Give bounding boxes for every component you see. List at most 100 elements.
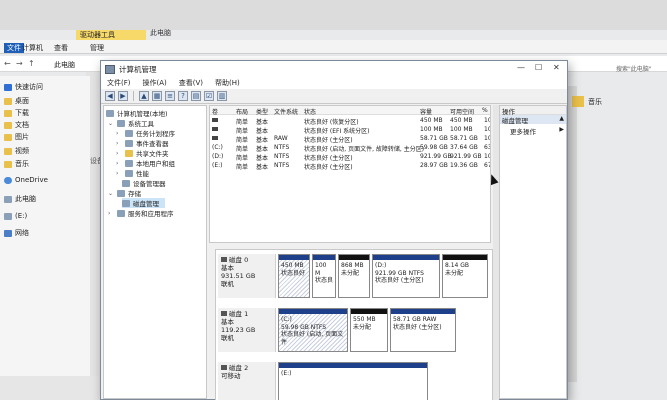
tree-storage[interactable]: ⌄ 存储 bbox=[108, 188, 141, 198]
show-tree-icon[interactable]: ▦ bbox=[152, 91, 162, 101]
grid-view-icon[interactable]: ▥ bbox=[217, 91, 227, 101]
chevron-right-icon[interactable]: › bbox=[108, 210, 114, 217]
disk-2-label[interactable]: 磁盘 2 可移动 bbox=[218, 362, 276, 400]
partition-block[interactable]: (C:) 59.98 GB NTFS 状态良好 (启动, 页面文件 bbox=[278, 308, 348, 352]
menu-view[interactable]: 查看(V) bbox=[179, 78, 203, 88]
table-row[interactable]: (C:) 简单 基本 NTFS 状态良好 (启动, 页面文件, 故障转储, 主分… bbox=[210, 143, 490, 153]
tree-shared-folders[interactable]: › 共享文件夹 bbox=[116, 148, 169, 158]
picture-icon bbox=[4, 133, 12, 141]
close-button[interactable]: ✕ bbox=[553, 63, 560, 72]
volume-icon bbox=[212, 118, 218, 122]
disk-view-icon[interactable]: ▤ bbox=[191, 91, 201, 101]
forward-arrow-icon[interactable]: → bbox=[16, 59, 23, 68]
volume-icon bbox=[212, 136, 218, 140]
cm-menubar: 文件(F) 操作(A) 查看(V) 帮助(H) bbox=[101, 77, 567, 89]
tree-root[interactable]: 计算机管理(本地) bbox=[106, 108, 168, 118]
back-arrow-icon[interactable]: ◀ bbox=[105, 91, 115, 101]
tree-local-users[interactable]: › 本地用户和组 bbox=[116, 158, 175, 168]
maximize-button[interactable]: ☐ bbox=[535, 63, 542, 72]
nav-drive-e[interactable]: (E:) bbox=[4, 212, 27, 220]
tree-performance[interactable]: › 性能 bbox=[116, 168, 149, 178]
chevron-down-icon[interactable]: ⌄ bbox=[108, 190, 114, 197]
back-arrow-icon[interactable]: ← bbox=[4, 59, 11, 68]
tree-task-scheduler[interactable]: › 任务计划程序 bbox=[116, 128, 175, 138]
nav-music[interactable]: 音乐 bbox=[4, 159, 29, 169]
up-arrow-icon[interactable]: ↑ bbox=[28, 59, 35, 68]
nav-network[interactable]: 网络 bbox=[4, 228, 29, 238]
tree-device-manager[interactable]: 设备管理器 bbox=[122, 178, 166, 188]
table-row[interactable]: 简单 基本 状态良好 (恢复分区) 450 MB 450 MB 10 bbox=[210, 116, 490, 126]
settings-icon[interactable]: ☑ bbox=[204, 91, 214, 101]
disk-0-label[interactable]: 磁盘 0 基本 931.51 GB 联机 bbox=[218, 254, 276, 298]
chevron-down-icon[interactable]: ⌄ bbox=[108, 120, 114, 127]
unallocated-block[interactable]: 8.14 GB 未分配 bbox=[442, 254, 488, 298]
tree-event-viewer[interactable]: › 事件查看器 bbox=[116, 138, 169, 148]
partition-block[interactable]: 100 M 状态良 bbox=[312, 254, 336, 298]
chevron-right-icon[interactable]: › bbox=[116, 140, 122, 147]
volume-list-header: 卷 布局 类型 文件系统 状态 容量 可用空间 % bbox=[210, 106, 490, 116]
col-percent[interactable]: % bbox=[482, 107, 488, 114]
partition-block[interactable]: (E:) bbox=[278, 362, 428, 400]
menu-file[interactable]: 文件(F) bbox=[107, 78, 131, 88]
nav-downloads[interactable]: 下载 bbox=[4, 108, 29, 118]
ribbon-view-tab[interactable]: 查看 bbox=[54, 43, 68, 53]
music-folder-tile[interactable]: 音乐 bbox=[572, 96, 602, 107]
partition-block[interactable]: (D:) 921.99 GB NTFS 状态良好 (主分区) bbox=[372, 254, 440, 298]
disk-icon bbox=[122, 199, 130, 207]
chevron-right-icon[interactable]: › bbox=[116, 160, 122, 167]
table-row[interactable]: 简单 基本 状态良好 (EFI 系统分区) 100 MB 100 MB 10 bbox=[210, 125, 490, 135]
nav-documents[interactable]: 文档 bbox=[4, 120, 29, 130]
chevron-right-icon[interactable]: › bbox=[116, 130, 122, 137]
explorer-search-box[interactable]: 搜索"此电脑" bbox=[616, 64, 652, 73]
chevron-right-icon[interactable]: › bbox=[116, 170, 122, 177]
tree-system-tools[interactable]: ⌄ 系统工具 bbox=[108, 118, 154, 128]
forward-arrow-icon[interactable]: ▶ bbox=[118, 91, 128, 101]
col-layout[interactable]: 布局 bbox=[236, 107, 248, 116]
users-icon bbox=[125, 159, 133, 167]
device-manager-icon bbox=[122, 179, 130, 187]
nav-pictures[interactable]: 图片 bbox=[4, 132, 29, 142]
nav-desktop[interactable]: 桌面 bbox=[4, 96, 29, 106]
more-actions-item[interactable]: 更多操作 ▶ bbox=[500, 126, 566, 136]
table-row[interactable]: (E:) 简单 基本 NTFS 状态良好 (主分区) 28.97 GB 19.3… bbox=[210, 161, 490, 171]
chevron-right-icon[interactable]: › bbox=[116, 150, 122, 157]
col-capacity[interactable]: 容量 bbox=[420, 107, 432, 116]
actions-section-disk-management[interactable]: 磁盘管理 ▲ bbox=[500, 115, 566, 125]
disk-1-label[interactable]: 磁盘 1 基本 119.23 GB 联机 bbox=[218, 308, 276, 352]
explorer-tab-this-pc[interactable]: 此电脑 bbox=[150, 28, 171, 38]
menu-help[interactable]: 帮助(H) bbox=[215, 78, 240, 88]
folder-up-icon[interactable]: ▲ bbox=[139, 91, 149, 101]
help-icon[interactable]: ? bbox=[178, 91, 188, 101]
partition-block[interactable]: 450 MB 状态良好 bbox=[278, 254, 310, 298]
table-row[interactable]: (D:) 简单 基本 NTFS 状态良好 (主分区) 921.99 GB 921… bbox=[210, 152, 490, 162]
table-row[interactable]: 简单 基本 RAW 状态良好 (主分区) 58.71 GB 58.71 GB 1… bbox=[210, 134, 490, 144]
ribbon-computer-tab[interactable]: 计算机 bbox=[22, 43, 43, 53]
address-path[interactable]: 此电脑 bbox=[54, 60, 75, 70]
col-free-space[interactable]: 可用空间 bbox=[450, 107, 474, 116]
col-volume[interactable]: 卷 bbox=[212, 107, 218, 116]
star-icon bbox=[4, 83, 12, 91]
partition-block[interactable]: 58.71 GB RAW 状态良好 (主分区) bbox=[390, 308, 456, 352]
nav-quick-access[interactable]: 快速访问 bbox=[4, 82, 43, 92]
minimize-button[interactable]: — bbox=[517, 63, 525, 72]
nav-onedrive[interactable]: OneDrive bbox=[4, 176, 48, 184]
explorer-scroll-region bbox=[567, 86, 577, 382]
ribbon-drive-tools-tab[interactable]: 驱动器工具 bbox=[76, 30, 146, 40]
unallocated-block[interactable]: 550 MB 未分配 bbox=[350, 308, 388, 352]
col-status[interactable]: 状态 bbox=[304, 107, 316, 116]
nav-this-pc[interactable]: 此电脑 bbox=[4, 194, 36, 204]
tree-disk-management[interactable]: 磁盘管理 bbox=[122, 198, 165, 208]
cloud-icon bbox=[4, 176, 12, 184]
ribbon-file-tab[interactable]: 文件 bbox=[4, 43, 24, 53]
ribbon-manage-tab[interactable]: 管理 bbox=[90, 43, 104, 53]
volume-list: 卷 布局 类型 文件系统 状态 容量 可用空间 % 简单 基本 状态良好 (恢复… bbox=[209, 105, 491, 243]
tree-services-apps[interactable]: › 服务和应用程序 bbox=[108, 208, 174, 218]
performance-icon bbox=[125, 169, 133, 177]
network-icon bbox=[4, 229, 12, 237]
nav-videos[interactable]: 视频 bbox=[4, 146, 29, 156]
menu-action[interactable]: 操作(A) bbox=[143, 78, 167, 88]
col-filesystem[interactable]: 文件系统 bbox=[274, 107, 298, 116]
unallocated-block[interactable]: 868 MB 未分配 bbox=[338, 254, 370, 298]
col-type[interactable]: 类型 bbox=[256, 107, 268, 116]
properties-icon[interactable]: ≡ bbox=[165, 91, 175, 101]
